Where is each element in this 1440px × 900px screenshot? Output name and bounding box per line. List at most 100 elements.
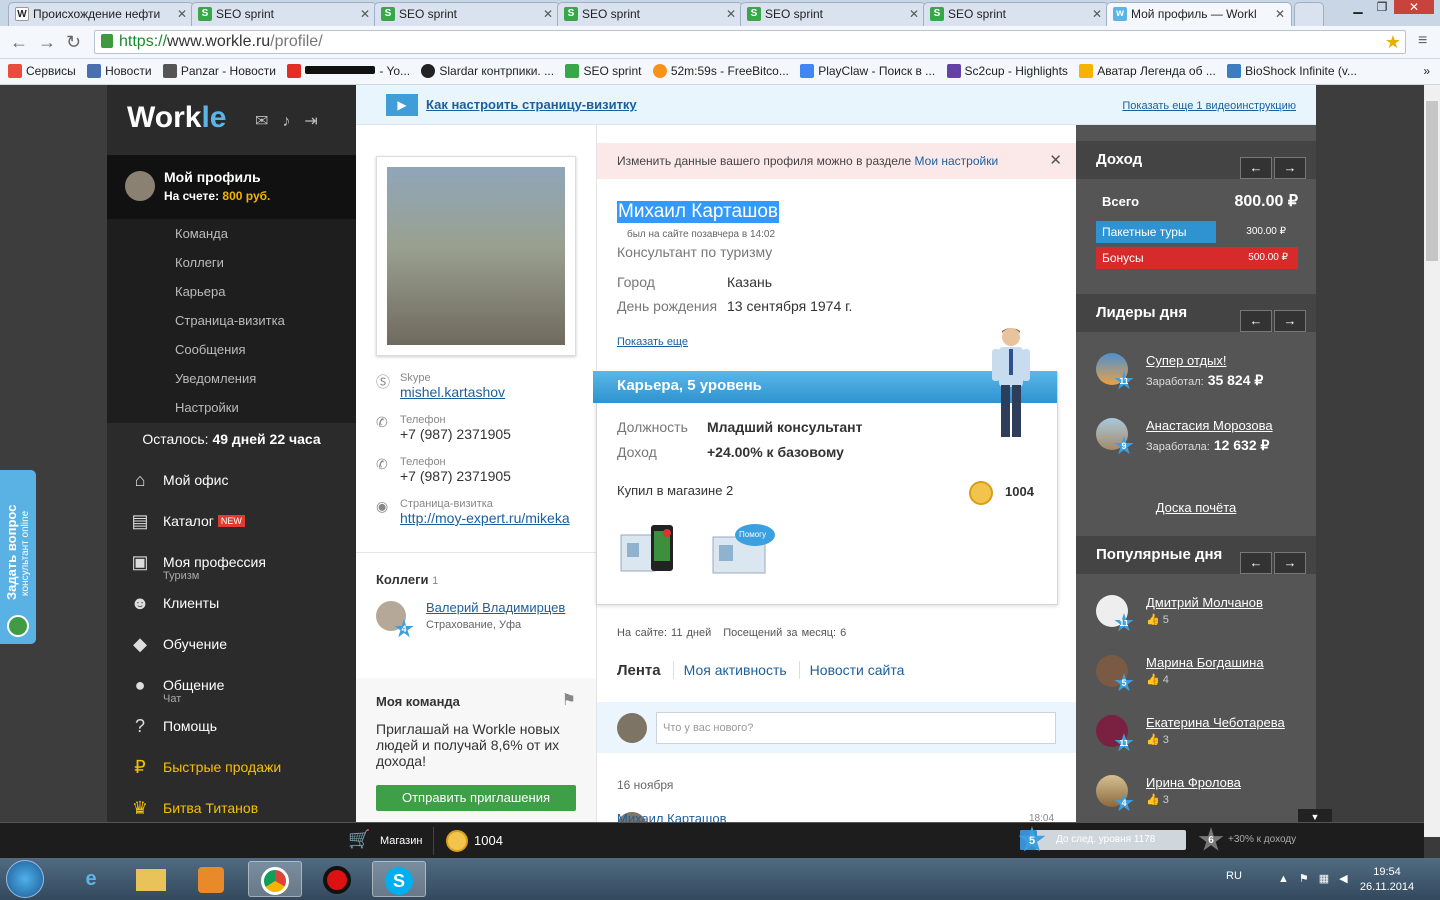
- browser-tab-active[interactable]: w Мой профиль — Workl ✕: [1106, 2, 1292, 26]
- more-videos-link[interactable]: Показать еще 1 видеоинструкцию: [1122, 100, 1296, 112]
- submenu-item-settings[interactable]: Настройки: [107, 393, 356, 422]
- browser-tab[interactable]: S SEO sprint ✕: [923, 2, 1109, 26]
- bookmark-item[interactable]: SEO sprint: [565, 59, 641, 83]
- submenu-item-business-card[interactable]: Страница-визитка: [107, 306, 356, 335]
- phone-card-item-icon[interactable]: [619, 523, 679, 575]
- back-icon[interactable]: ←: [10, 32, 28, 53]
- menu-item-quick-sales[interactable]: ₽ Быстрые продажи: [107, 752, 356, 793]
- show-more-link[interactable]: Показать еще: [617, 336, 688, 348]
- bell-icon[interactable]: ♪: [282, 113, 304, 130]
- file-explorer-icon[interactable]: [124, 861, 178, 897]
- arrow-left-icon[interactable]: ←: [1240, 157, 1272, 179]
- media-player-icon[interactable]: [184, 861, 238, 897]
- honor-board-link[interactable]: Доска почёта: [1076, 500, 1316, 515]
- arrow-right-icon[interactable]: →: [1274, 552, 1306, 574]
- my-settings-link[interactable]: Мои настройки: [915, 154, 999, 168]
- mail-icon[interactable]: ✉: [255, 113, 282, 130]
- tab-feed[interactable]: Лента: [617, 662, 661, 679]
- bookmark-item[interactable]: 52m:59s - FreeBitco...: [652, 59, 789, 83]
- language-indicator[interactable]: RU: [1226, 870, 1242, 882]
- recorder-icon[interactable]: [310, 861, 364, 897]
- menu-item-chat[interactable]: ● Общение Чат: [107, 670, 356, 711]
- skype-taskbar-icon[interactable]: S: [372, 861, 426, 897]
- browser-tab[interactable]: W Происхождение нефти ✕: [8, 2, 194, 26]
- menu-item-catalog[interactable]: ▤ Каталог NEW: [107, 506, 356, 547]
- menu-item-office[interactable]: ⌂ Мой офис: [107, 465, 356, 506]
- bookmark-star-icon[interactable]: ★: [1385, 31, 1401, 53]
- submenu-item-colleagues[interactable]: Коллеги: [107, 248, 356, 277]
- windows-start-button[interactable]: [6, 860, 44, 898]
- profile-block[interactable]: Мой профиль На счете: 800 руб.: [107, 155, 356, 219]
- leader-name-link[interactable]: Анастасия Морозова: [1146, 418, 1273, 433]
- bookmark-item[interactable]: BioShock Infinite (v...: [1227, 59, 1357, 83]
- bookmark-item[interactable]: Аватар Легенда об ...: [1079, 59, 1216, 83]
- close-icon[interactable]: ✕: [543, 3, 553, 25]
- minimize-icon[interactable]: ▁: [1346, 0, 1370, 14]
- post-input[interactable]: Что у вас нового?: [656, 712, 1056, 744]
- chrome-icon[interactable]: [248, 861, 302, 897]
- flag-icon[interactable]: ⚑: [1299, 873, 1319, 885]
- internet-explorer-icon[interactable]: e: [64, 861, 118, 897]
- window-close-icon[interactable]: ✕: [1394, 0, 1434, 14]
- close-icon[interactable]: ✕: [909, 3, 919, 25]
- address-bar[interactable]: https://www.workle.ru/profile/ ★: [94, 30, 1406, 54]
- menu-item-clients[interactable]: ☻ Клиенты: [107, 588, 356, 629]
- menu-item-help[interactable]: ? Помощь: [107, 711, 356, 752]
- arrow-right-icon[interactable]: →: [1274, 157, 1306, 179]
- skype-link[interactable]: mishel.kartashov: [376, 384, 586, 400]
- volume-icon[interactable]: ◀: [1339, 873, 1357, 885]
- video-title-link[interactable]: Как настроить страницу-визитку: [426, 97, 637, 112]
- maximize-icon[interactable]: ❐: [1370, 0, 1394, 14]
- browser-tab[interactable]: S SEO sprint ✕: [740, 2, 926, 26]
- ask-question-tab[interactable]: Задать вопрос консультант online: [0, 470, 36, 644]
- menu-item-profession[interactable]: ▣ Моя профессия Туризм: [107, 547, 356, 588]
- bookmark-item[interactable]: Новости: [87, 59, 152, 83]
- close-icon[interactable]: ✕: [177, 3, 187, 25]
- bookmark-item[interactable]: Slardar контрпики. ...: [421, 59, 554, 83]
- network-icon[interactable]: ▦: [1319, 873, 1339, 885]
- close-icon[interactable]: ✕: [1275, 3, 1285, 25]
- submenu-item-team[interactable]: Команда: [107, 219, 356, 248]
- close-icon[interactable]: ✕: [360, 3, 370, 25]
- workle-logo[interactable]: Workle: [127, 101, 227, 135]
- bookmarks-overflow-icon[interactable]: »: [1423, 59, 1430, 83]
- browser-tab[interactable]: S SEO sprint ✕: [557, 2, 743, 26]
- leader-name-link[interactable]: Супер отдых!: [1146, 353, 1227, 368]
- bookmark-item[interactable]: PlayClaw - Поиск в ...: [800, 59, 935, 83]
- new-tab-button[interactable]: [1294, 2, 1324, 26]
- submenu-item-notifications[interactable]: Уведомления: [107, 364, 356, 393]
- cart-icon[interactable]: 🛒: [348, 829, 370, 850]
- help-card-item[interactable]: Помогу: [711, 523, 775, 575]
- close-icon[interactable]: ✕: [726, 3, 736, 25]
- reload-icon[interactable]: ↻: [66, 32, 81, 53]
- browser-tab[interactable]: S SEO sprint ✕: [191, 2, 377, 26]
- tab-my-activity[interactable]: Моя активность: [684, 662, 787, 678]
- arrow-left-icon[interactable]: ←: [1240, 310, 1272, 332]
- menu-icon[interactable]: ≡: [1418, 32, 1427, 50]
- arrow-right-icon[interactable]: →: [1274, 310, 1306, 332]
- tab-site-news[interactable]: Новости сайта: [810, 662, 905, 678]
- vertical-scrollbar[interactable]: [1424, 85, 1440, 837]
- send-invites-button[interactable]: Отправить приглашения: [376, 785, 576, 811]
- scrollbar-thumb[interactable]: [1426, 101, 1438, 261]
- profile-photo[interactable]: [376, 156, 576, 356]
- shop-link[interactable]: Магазин: [380, 835, 422, 847]
- menu-sublabel[interactable]: Чат: [163, 694, 356, 705]
- arrow-left-icon[interactable]: ←: [1240, 552, 1272, 574]
- browser-tab[interactable]: S SEO sprint ✕: [374, 2, 560, 26]
- popular-name-link[interactable]: Марина Богдашина: [1146, 655, 1264, 670]
- menu-item-education[interactable]: ◆ Обучение: [107, 629, 356, 670]
- submenu-item-career[interactable]: Карьера: [107, 277, 356, 306]
- clock[interactable]: 19:54 26.11.2014: [1356, 865, 1418, 895]
- logout-icon[interactable]: ⇥: [304, 113, 331, 130]
- colleague-name-link[interactable]: Валерий Владимирцев: [426, 600, 565, 615]
- forward-icon[interactable]: →: [38, 32, 56, 53]
- tray-expand-icon[interactable]: ▲: [1278, 873, 1299, 885]
- close-icon[interactable]: ✕: [1049, 143, 1062, 179]
- popular-name-link[interactable]: Екатерина Чеботарева: [1146, 715, 1285, 730]
- business-card-link[interactable]: http://moy-expert.ru/mikeka: [376, 510, 586, 526]
- popular-name-link[interactable]: Дмитрий Молчанов: [1146, 595, 1263, 610]
- bookmark-item[interactable]: Panzar - Новости: [162, 59, 276, 83]
- bookmark-item[interactable]: Sc2cup - Highlights: [946, 59, 1068, 83]
- submenu-item-messages[interactable]: Сообщения: [107, 335, 356, 364]
